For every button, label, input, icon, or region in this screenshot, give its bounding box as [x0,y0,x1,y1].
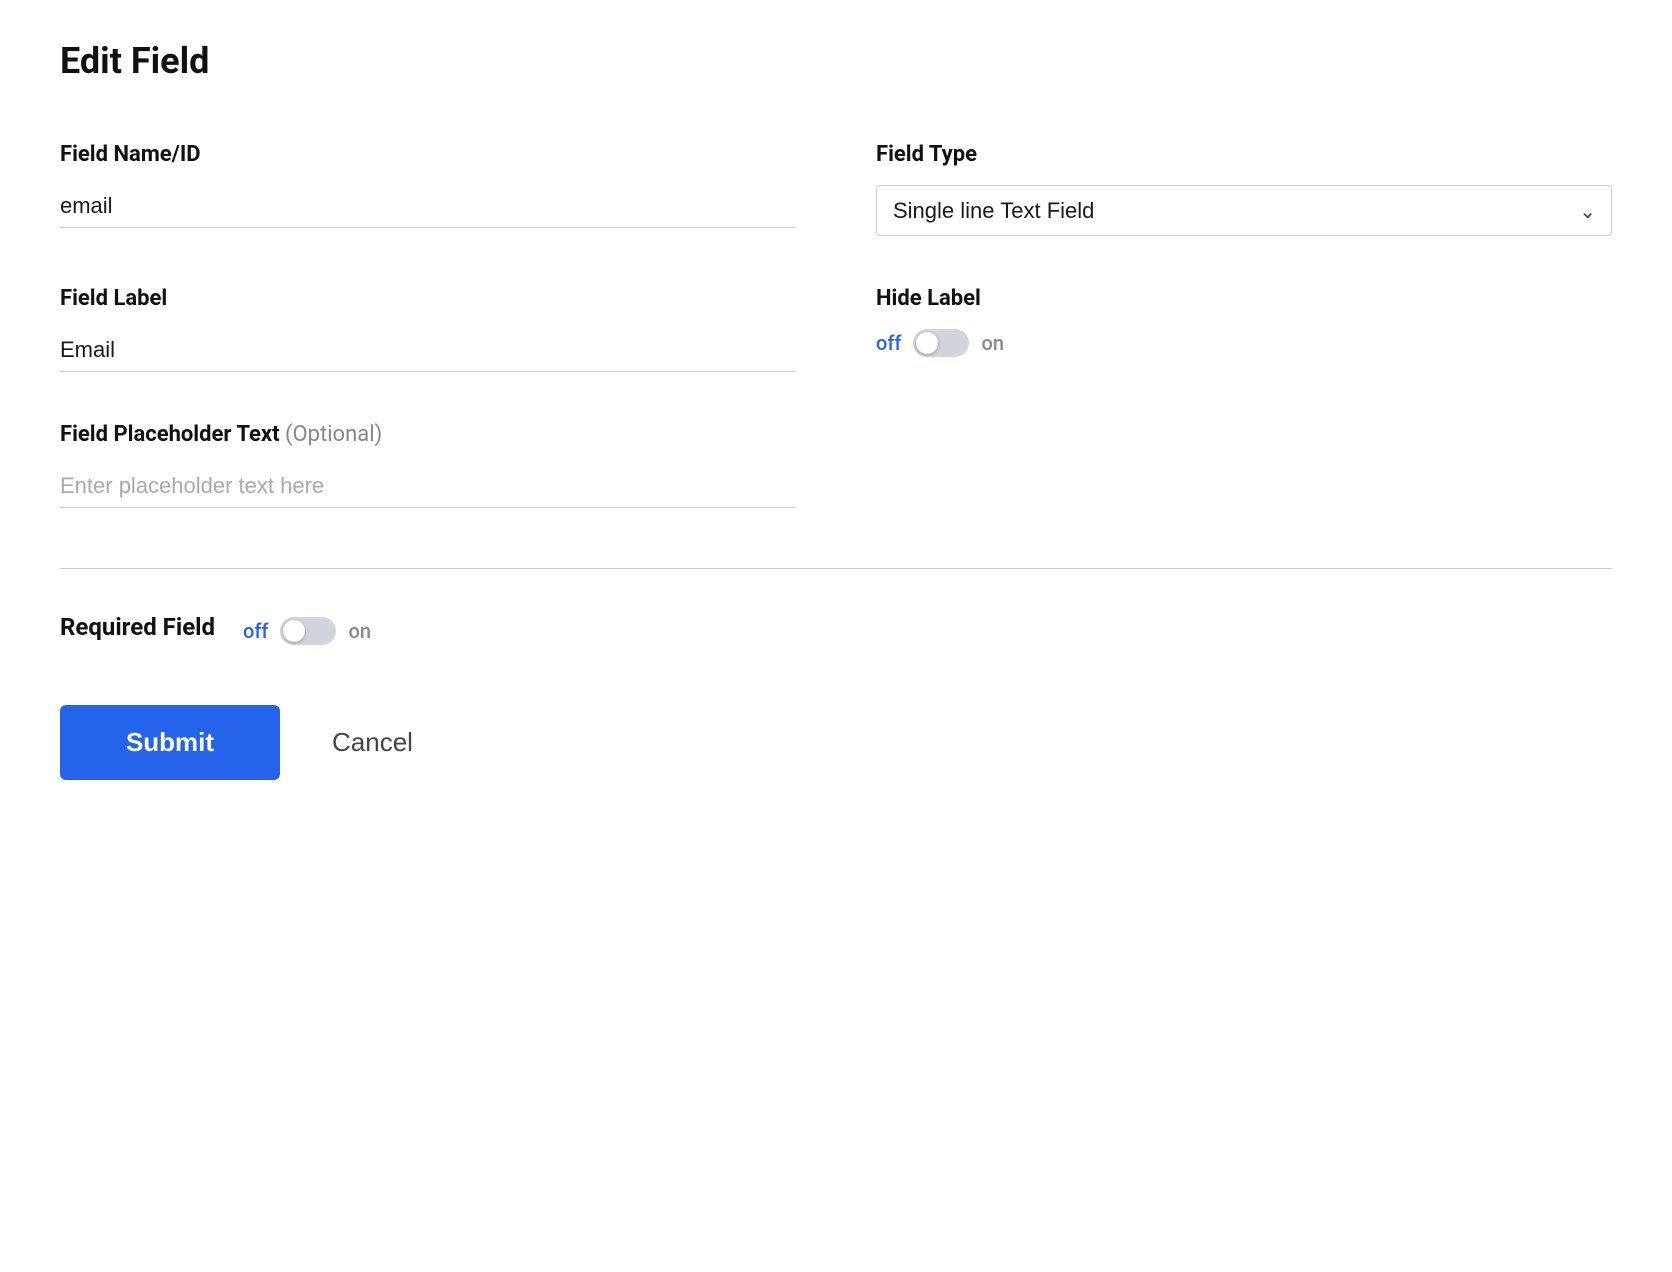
field-type-select-wrapper: Single line Text Field Multi line Text F… [876,185,1612,236]
required-field-on-text: on [348,619,370,643]
field-type-group: Field Type Single line Text Field Multi … [876,142,1612,236]
hide-label-group: Hide Label off on [876,286,1612,372]
required-field-row: Required Field off on [60,609,1612,645]
field-name-input[interactable] [60,185,796,228]
page-title: Edit Field [60,40,1612,82]
section-divider [60,568,1612,569]
field-label-group: Field Label [60,286,796,372]
placeholder-label: Field Placeholder Text (Optional) [60,422,796,447]
required-field-toggle[interactable] [280,617,336,645]
field-type-select[interactable]: Single line Text Field Multi line Text F… [876,185,1612,236]
action-row: Submit Cancel [60,705,1612,780]
required-field-label: Required Field [60,613,215,641]
hide-label-toggle[interactable] [913,329,969,357]
cancel-button[interactable]: Cancel [312,705,433,780]
hide-label-off-text: off [876,331,901,355]
hide-label-label: Hide Label [876,286,1612,311]
placeholder-group: Field Placeholder Text (Optional) [60,422,796,508]
required-field-toggle-group: off on [243,617,371,645]
field-label-input[interactable] [60,329,796,372]
required-field-slider [280,617,336,645]
required-field-off-text: off [243,619,268,643]
submit-button[interactable]: Submit [60,705,280,780]
field-label-label: Field Label [60,286,796,311]
placeholder-input[interactable] [60,465,796,508]
field-name-label: Field Name/ID [60,142,796,167]
placeholder-right-empty [876,422,1612,558]
hide-label-on-text: on [981,331,1003,355]
hide-label-slider [913,329,969,357]
field-type-label: Field Type [876,142,1612,167]
field-name-group: Field Name/ID [60,142,796,236]
hide-label-toggle-group: off on [876,329,1612,357]
